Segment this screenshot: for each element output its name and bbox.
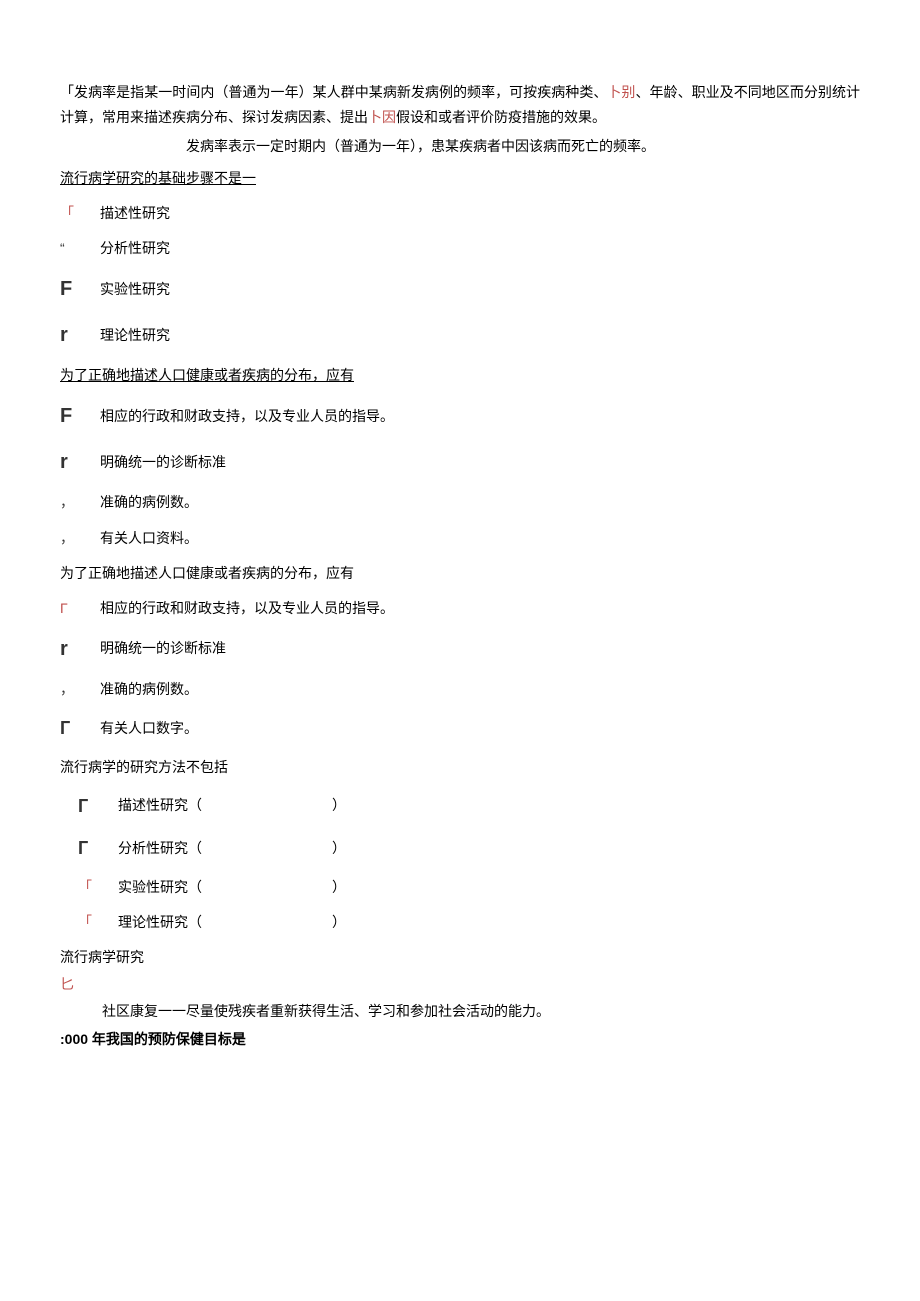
option-marker: r [60,631,100,667]
option-text-post: ） [332,879,346,895]
option-text: 实验性研究（ ） [118,875,346,900]
option-text: 有关人口资料。 [100,526,198,551]
option-text: 明确统一的诊断标准 [100,450,226,475]
option-text: 有关人口数字。 [100,716,198,741]
option-marker: Г [78,832,118,864]
option-text-pre: 理论性研究（ [118,914,202,930]
q2-option-d[interactable]: ， 有关人口资料。 [60,526,860,551]
q1-stem: 流行病学研究的基础步骤不是一 [60,166,860,191]
q3-option-d[interactable]: Г 有关人口数字。 [60,712,860,744]
option-marker: F [60,271,100,307]
option-text: 准确的病例数。 [100,677,198,702]
tail-p3: 社区康复一一尽量使残疾者重新获得生活、学习和参加社会活动的能力。 [60,999,860,1024]
q1-option-a[interactable]: 「 描述性研究 [60,201,860,226]
option-text-post: ） [332,914,346,930]
tail-p1: 流行病学研究 [60,945,860,970]
q2-option-a[interactable]: F 相应的行政和财政支持，以及专业人员的指导。 [60,398,860,434]
q2-option-c[interactable]: ， 准确的病例数。 [60,490,860,515]
option-text: 描述性研究（ ） [118,793,346,818]
intro-p1-a: 「发病率是指某一时间内（普通为一年）某人群中某病新发病例的频率，可按疾病种类、 [60,84,607,100]
intro-p1-b: 卜别 [607,84,635,100]
q3-stem: 为了正确地描述人口健康或者疾病的分布，应有 [60,561,860,586]
option-text: 分析性研究（ ） [118,836,346,861]
tail-p2: 匕 [60,972,860,997]
option-text-pre: 分析性研究（ [118,840,202,856]
option-marker: ， [60,526,100,551]
option-text-post: ） [332,797,346,813]
option-text-post: ） [332,840,346,856]
option-text-pre: 实验性研究（ [118,879,202,895]
option-marker: ， [60,490,100,515]
option-marker: ， [60,677,100,702]
option-marker: “ [60,236,100,261]
intro-p1-d: 卜因 [368,109,396,125]
option-marker: 「 [78,875,118,900]
option-text: 描述性研究 [100,201,170,226]
q3-option-c[interactable]: ， 准确的病例数。 [60,677,860,702]
option-text: 理论性研究（ ） [118,910,346,935]
option-text: 理论性研究 [100,323,170,348]
q1-option-c[interactable]: F 实验性研究 [60,271,860,307]
q3-option-a[interactable]: Г 相应的行政和财政支持，以及专业人员的指导。 [60,596,860,621]
option-marker: Г [78,790,118,822]
option-marker: r [60,444,100,480]
option-marker: r [60,317,100,353]
intro-para-1: 「发病率是指某一时间内（普通为一年）某人群中某病新发病例的频率，可按疾病种类、卜… [60,80,860,130]
option-marker: Г [60,596,100,621]
option-text: 准确的病例数。 [100,490,198,515]
option-marker: F [60,398,100,434]
option-marker: 「 [78,910,118,935]
q4-option-a[interactable]: Г 描述性研究（ ） [78,790,860,822]
q4-option-d[interactable]: 「 理论性研究（ ） [78,910,860,935]
option-text: 实验性研究 [100,277,170,302]
q1-option-d[interactable]: r 理论性研究 [60,317,860,353]
option-marker: 「 [60,201,100,226]
option-text-pre: 描述性研究（ [118,797,202,813]
q3-option-b[interactable]: r 明确统一的诊断标准 [60,631,860,667]
option-text: 相应的行政和财政支持，以及专业人员的指导。 [100,404,394,429]
tail-p4: :000 年我国的预防保健目标是 [60,1027,860,1052]
q4-option-b[interactable]: Г 分析性研究（ ） [78,832,860,864]
q1-option-b[interactable]: “ 分析性研究 [60,236,860,261]
intro-para-2: 发病率表示一定时期内（普通为一年），患某疾病者中因该病而死亡的频率。 [60,134,860,159]
q2-option-b[interactable]: r 明确统一的诊断标准 [60,444,860,480]
option-text: 明确统一的诊断标准 [100,636,226,661]
intro-p1-e: 假设和或者评价防疫措施的效果。 [396,109,606,125]
option-text: 分析性研究 [100,236,170,261]
q4-option-c[interactable]: 「 实验性研究（ ） [78,875,860,900]
option-text: 相应的行政和财政支持，以及专业人员的指导。 [100,596,394,621]
q4-stem: 流行病学的研究方法不包括 [60,755,860,780]
q2-stem: 为了正确地描述人口健康或者疾病的分布，应有 [60,363,860,388]
option-marker: Г [60,712,100,744]
